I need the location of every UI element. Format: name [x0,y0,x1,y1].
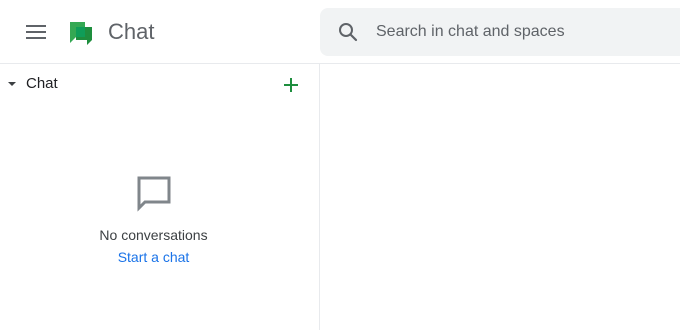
sidebar: Chat No conversations Start a chat [0,64,320,330]
top-bar: Chat [0,0,680,64]
no-conversations-text: No conversations [99,227,208,243]
main-content-area [320,64,680,330]
chat-bubble-icon [137,176,170,212]
start-chat-link[interactable]: Start a chat [0,248,307,266]
search-icon[interactable] [336,20,360,44]
chat-section-title: Chat [26,75,58,92]
hamburger-menu-icon [26,25,46,39]
caret-down-icon[interactable] [6,78,18,90]
search-input[interactable] [376,8,676,56]
search-bar[interactable] [320,8,680,56]
app-title: Chat [108,19,155,44]
empty-state: No conversations Start a chat [0,174,307,266]
chat-section-header[interactable]: Chat [0,72,319,96]
plus-icon[interactable] [280,74,302,96]
main-menu-button[interactable] [20,16,52,48]
google-chat-logo[interactable] [66,18,96,48]
